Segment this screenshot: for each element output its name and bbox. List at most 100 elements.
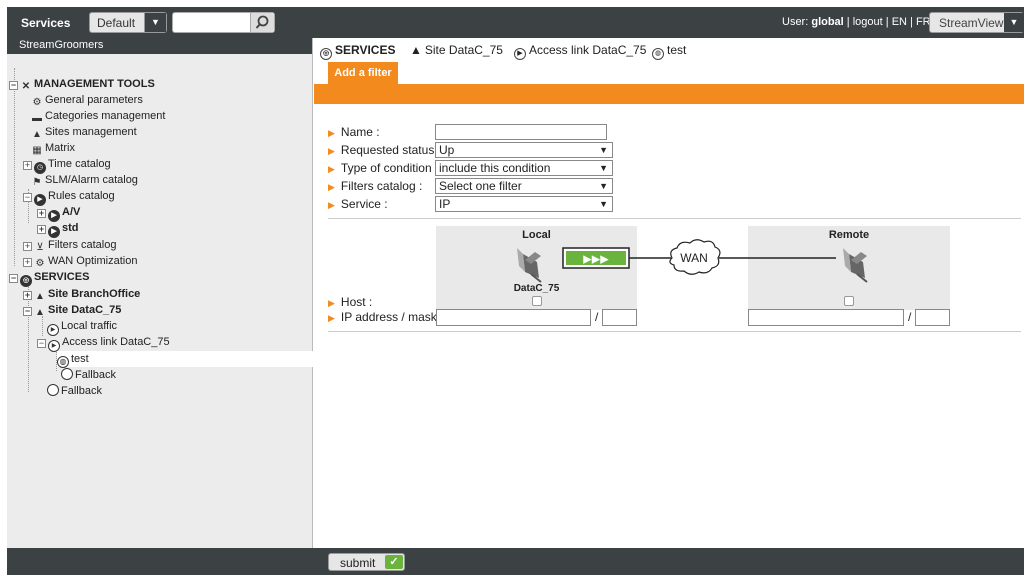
- chevron-down-icon: ▼: [599, 145, 608, 155]
- collapse-toggle[interactable]: −: [23, 193, 32, 202]
- expand-toggle[interactable]: +: [37, 225, 46, 234]
- requested-status-row: ▶ Requested status :: [328, 142, 441, 158]
- lang-en-link[interactable]: EN: [892, 16, 907, 28]
- tree-node-label: Fallback: [61, 385, 102, 397]
- circle-icon: [61, 368, 73, 380]
- tree-node-label: WAN Optimization: [48, 255, 138, 267]
- requested-status-value: Up: [439, 143, 455, 157]
- tree-node-slm-alarm-catalog[interactable]: ⚑ SLM/Alarm catalog: [31, 172, 138, 188]
- tree-node-filters-catalog[interactable]: + ⊻ Filters catalog: [23, 237, 116, 253]
- logout-link[interactable]: logout: [853, 16, 883, 28]
- name-label: Name :: [340, 125, 380, 139]
- breadcrumb-access-link[interactable]: ▶ Access link DataC_75: [514, 43, 646, 60]
- tree-node-label: Rules catalog: [48, 190, 115, 202]
- tree-node-label: Local traffic: [61, 320, 118, 332]
- tree-node-local-traffic[interactable]: ▶ Local traffic: [47, 318, 118, 336]
- tree-node-management-tools[interactable]: − ✕ MANAGEMENT TOOLS: [9, 76, 155, 92]
- condition-row: ▶ Type of condition :: [328, 160, 438, 176]
- expand-toggle[interactable]: +: [23, 242, 32, 251]
- bullet-icon: ▶: [328, 182, 335, 192]
- link-arrows: ▶▶▶: [583, 253, 609, 266]
- tree-node-fallback-site[interactable]: Fallback: [47, 383, 102, 399]
- tree-connector: [42, 316, 43, 336]
- chevron-down-icon: ▼: [144, 13, 166, 32]
- collapse-toggle[interactable]: −: [23, 307, 32, 316]
- remote-host-checkbox[interactable]: [844, 296, 854, 306]
- tree-node-sites-management[interactable]: ▲ Sites management: [31, 124, 137, 140]
- tree-node-fallback-link[interactable]: Fallback: [61, 367, 116, 383]
- expand-toggle[interactable]: +: [23, 258, 32, 267]
- tree-node-matrix[interactable]: ▦ Matrix: [31, 140, 75, 156]
- breadcrumb-services[interactable]: ◎ SERVICES: [320, 43, 395, 60]
- name-input[interactable]: [435, 124, 607, 140]
- tree-node-wan-optimization[interactable]: + ⚙ WAN Optimization: [23, 253, 137, 269]
- local-mask-input[interactable]: [602, 309, 637, 326]
- expand-toggle[interactable]: +: [23, 161, 32, 170]
- breadcrumb-site[interactable]: ▲ Site DataC_75: [410, 43, 503, 57]
- remote-ip-input[interactable]: [748, 309, 904, 326]
- tree-node-label: Sites management: [45, 126, 137, 138]
- breadcrumb-test[interactable]: ◍ test: [652, 43, 686, 60]
- globe-icon: ◎: [320, 48, 332, 60]
- tree-node-label: MANAGEMENT TOOLS: [34, 78, 155, 90]
- expand-toggle[interactable]: +: [23, 291, 32, 300]
- tree-node-std[interactable]: + ▶ std: [37, 220, 79, 238]
- wan-label: WAN: [680, 251, 708, 265]
- services-menu-button[interactable]: Services: [21, 16, 70, 30]
- requested-status-label: Requested status :: [340, 143, 441, 157]
- search-input[interactable]: [172, 12, 275, 33]
- tree-node-site-branchoffice[interactable]: + ▲ Site BranchOffice: [23, 286, 140, 302]
- service-value: IP: [439, 197, 451, 211]
- tree-node-av[interactable]: + ▶ A/V: [37, 204, 80, 222]
- expand-toggle[interactable]: +: [37, 209, 46, 218]
- breadcrumb-label: Access link DataC_75: [529, 43, 647, 57]
- tree-node-label: General parameters: [45, 94, 143, 106]
- host-row: ▶ Host :: [328, 294, 372, 310]
- local-slash: /: [595, 310, 599, 324]
- submit-button[interactable]: submit ✓: [328, 553, 405, 571]
- collapse-toggle[interactable]: −: [9, 274, 18, 283]
- filters-catalog-select[interactable]: Select one filter ▼: [435, 178, 613, 194]
- collapse-toggle[interactable]: −: [37, 339, 46, 348]
- profile-select[interactable]: Default ▼: [89, 12, 167, 33]
- main-content: ◎ SERVICES ▲ Site DataC_75 ▶ Access link Da…: [314, 38, 1024, 548]
- chevron-down-icon: ▼: [1004, 13, 1024, 32]
- tree-node-rules-catalog[interactable]: − ▶ Rules catalog: [23, 188, 115, 206]
- host-label: Host :: [340, 295, 373, 309]
- remote-mask-input[interactable]: [915, 309, 950, 326]
- tree-node-categories-management[interactable]: ▬ Categories management: [31, 108, 165, 124]
- tab-add-filter[interactable]: Add a filter: [328, 62, 398, 84]
- view-select-value: StreamView: [939, 16, 1004, 30]
- remote-router-icon: [843, 248, 868, 283]
- chevron-down-icon: ▼: [599, 181, 608, 191]
- tree-node-access-link[interactable]: − ▶ Access link DataC_75: [37, 334, 170, 352]
- sidebar: StreamGroomers − ✕ MANAGEMENT TOOLS ⚙ Gener…: [7, 38, 313, 548]
- globe-small-icon: ◍: [652, 48, 664, 60]
- breadcrumb-label: test: [667, 43, 687, 57]
- condition-label: Type of condition :: [340, 161, 439, 175]
- tree-node-general-parameters[interactable]: ⚙ General parameters: [31, 92, 143, 108]
- requested-status-select[interactable]: Up ▼: [435, 142, 613, 158]
- remote-slash: /: [908, 310, 912, 324]
- play-outline-icon: ▶: [514, 48, 526, 60]
- tree-node-label: Filters catalog: [48, 239, 117, 251]
- collapse-toggle[interactable]: −: [9, 81, 18, 90]
- bullet-icon: ▶: [328, 164, 335, 174]
- tree-node-services[interactable]: − ◎ SERVICES: [9, 269, 89, 287]
- tree-node-site-datac-75[interactable]: − ▲ Site DataC_75: [23, 302, 121, 318]
- tree-node-label: test: [71, 353, 89, 365]
- search-button[interactable]: [250, 13, 274, 32]
- local-ip-input[interactable]: [436, 309, 591, 326]
- tree-node-time-catalog[interactable]: + ◷ Time catalog: [23, 156, 111, 174]
- bullet-icon: ▶: [328, 313, 335, 323]
- view-select[interactable]: StreamView ▼: [929, 12, 1024, 33]
- ip-mask-label: IP address / mask :: [340, 310, 444, 324]
- org-name: StreamGroomers: [7, 38, 312, 54]
- tree-node-test[interactable]: ◍ test: [57, 351, 313, 368]
- service-select[interactable]: IP ▼: [435, 196, 613, 212]
- local-host-checkbox[interactable]: [532, 296, 542, 306]
- checkmark-icon: ✓: [385, 555, 403, 569]
- filters-catalog-value: Select one filter: [439, 179, 522, 193]
- tree-node-label: Categories management: [45, 110, 166, 122]
- condition-select[interactable]: include this condition ▼: [435, 160, 613, 176]
